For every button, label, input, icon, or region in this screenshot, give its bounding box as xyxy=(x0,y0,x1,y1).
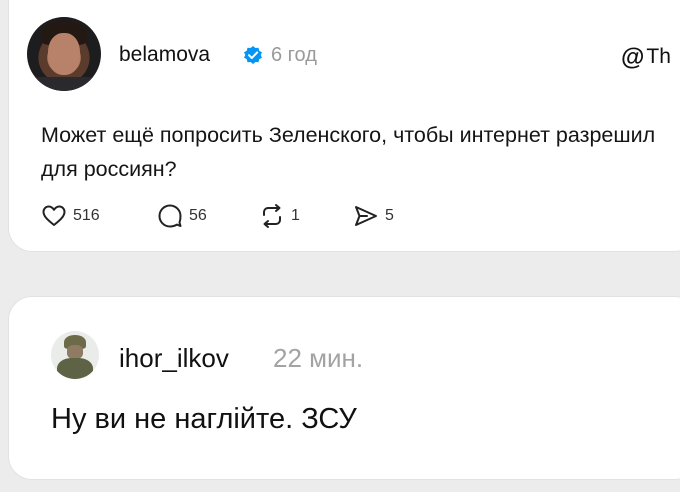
post-username[interactable]: belamova xyxy=(119,43,210,67)
post-text: Может ещё попросить Зеленского, чтобы ин… xyxy=(41,123,656,181)
share-count: 5 xyxy=(385,207,394,224)
reply-time: 22 мин. xyxy=(273,343,364,373)
avatar[interactable] xyxy=(51,331,99,379)
repost-icon xyxy=(263,204,281,228)
like-button[interactable]: 516 xyxy=(41,202,100,230)
verified-badge-icon xyxy=(244,46,262,64)
reply-card: ihor_ilkov 22 мин. Ну ви не наглійте. ЗС… xyxy=(8,296,680,480)
threads-brand-label: Th xyxy=(646,45,671,68)
avatar-head xyxy=(67,345,83,359)
heart-icon xyxy=(42,205,66,226)
share-button[interactable]: 5 xyxy=(353,202,394,230)
avatar-shirt xyxy=(27,77,101,91)
send-icon xyxy=(355,206,377,226)
like-count: 516 xyxy=(73,207,100,224)
threads-brand[interactable]: @Th xyxy=(621,44,671,72)
comment-count: 56 xyxy=(189,207,207,224)
repost-button[interactable]: 1 xyxy=(259,202,300,230)
avatar[interactable] xyxy=(27,17,101,91)
reply-text: Ну ви не наглійте. ЗСУ xyxy=(51,403,357,435)
repost-count: 1 xyxy=(291,207,300,224)
avatar-face xyxy=(48,33,80,75)
threads-logo-icon: @ xyxy=(621,44,645,71)
avatar-body xyxy=(57,358,93,379)
comment-icon xyxy=(158,204,182,228)
post-card: belamova 6 год @Th Может ещё попросить З… xyxy=(8,0,680,252)
post-time: 6 год xyxy=(271,44,317,66)
reply-username[interactable]: ihor_ilkov xyxy=(119,343,229,374)
comment-button[interactable]: 56 xyxy=(157,202,207,230)
